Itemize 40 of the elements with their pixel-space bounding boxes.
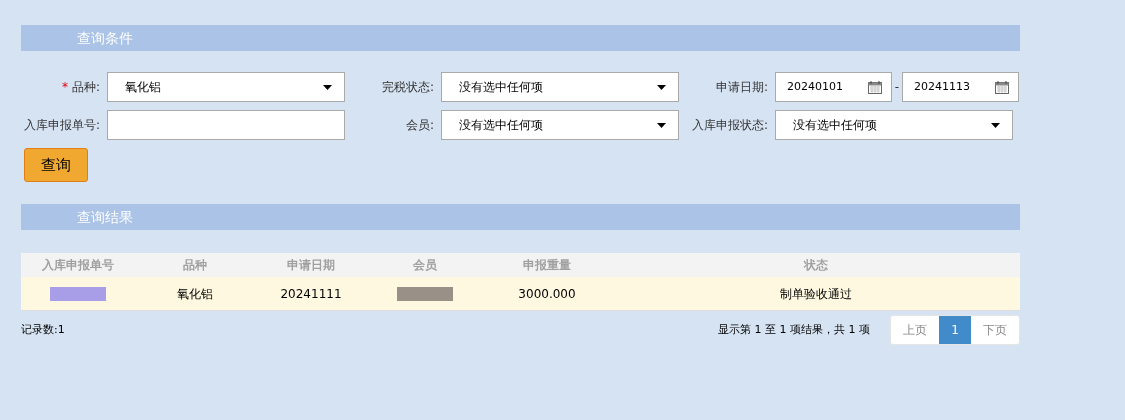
column-header: 状态 — [802, 257, 829, 274]
section-title: 查询结果 — [77, 207, 133, 227]
field-label: 入库申报单号: — [23, 117, 100, 134]
column-header: 入库申报单号 — [41, 257, 115, 274]
date-field[interactable]: 20240101 — [775, 72, 892, 102]
page-button[interactable]: 下页 — [971, 316, 1019, 344]
column-header: 申请日期 — [286, 257, 336, 274]
calendar-icon[interactable] — [868, 80, 882, 94]
query-button[interactable]: 查询 — [24, 148, 88, 182]
column-header: 申报重量 — [522, 257, 572, 274]
field-label: 完税状态: — [381, 79, 434, 96]
field-label: 申请日期: — [715, 79, 768, 96]
table-cell-text: 20241111 — [280, 285, 342, 303]
dropdown-caret-icon — [657, 84, 666, 90]
field-label: 入库申报状态: — [691, 117, 768, 134]
date-field[interactable]: 20241113 — [902, 72, 1019, 102]
table-cell-text: 制单验收通过 — [779, 285, 852, 303]
page-button[interactable]: 上页 — [891, 316, 939, 344]
input-field[interactable] — [107, 110, 345, 140]
field-label: 会员: — [405, 117, 434, 134]
calendar-icon[interactable] — [995, 80, 1009, 94]
dropdown-caret-icon — [657, 122, 666, 128]
column-header: 会员 — [412, 257, 438, 274]
dropdown-caret-icon — [323, 84, 332, 90]
table-row[interactable]: 氧化铝 20241111 3000.000 制单验收通过 — [21, 277, 1020, 311]
table-cell-text: 氧化铝 — [177, 285, 213, 303]
column-header: 品种 — [182, 257, 208, 274]
select-field[interactable]: 氧化铝 — [107, 72, 345, 102]
select-field[interactable]: 没有选中任何项 — [441, 110, 679, 140]
pagination-info: 显示第 1 至 1 项结果，共 1 项 — [718, 321, 870, 338]
dropdown-caret-icon — [991, 122, 1000, 128]
range-separator: - — [893, 79, 901, 96]
required-mark: * — [61, 79, 68, 96]
field-label: 品种: — [71, 79, 100, 96]
page-button[interactable]: 1 — [939, 316, 971, 344]
table-cell-text: 3000.000 — [518, 285, 576, 303]
record-count: 记录数:1 — [21, 321, 65, 338]
select-field[interactable]: 没有选中任何项 — [775, 110, 1013, 140]
section-title: 查询条件 — [77, 28, 133, 48]
select-field[interactable]: 没有选中任何项 — [441, 72, 679, 102]
